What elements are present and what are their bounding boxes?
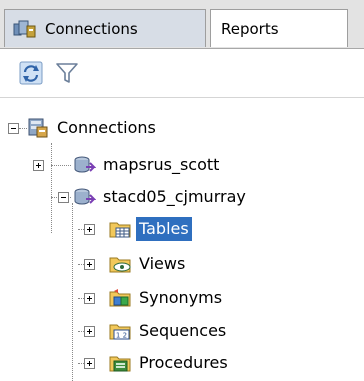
tree-node-label: Synonyms: [139, 288, 223, 307]
tree-node-label: Connections: [57, 118, 156, 137]
tree-node-synonyms[interactable]: Synonyms: [108, 283, 225, 313]
expand-toggle[interactable]: [84, 293, 95, 304]
collapse-toggle[interactable]: [58, 192, 69, 203]
tab-strip: Connections Reports: [0, 0, 364, 49]
connections-tree: Connections mapsrus_scott stacd05_cjmurr…: [0, 98, 364, 381]
synonym-icon: [109, 289, 131, 307]
tree-node-connection[interactable]: stacd05_cjmurray: [72, 182, 249, 212]
tree-node-label: Sequences: [139, 321, 227, 340]
tree-node-label: Views: [139, 254, 186, 273]
table-icon: [109, 222, 131, 238]
expand-toggle[interactable]: [84, 259, 95, 270]
tab-label: Reports: [221, 19, 279, 38]
sequence-icon: 1 2: [109, 324, 131, 340]
tree-node-procedures[interactable]: Procedures: [108, 348, 231, 378]
tree-node-sequences[interactable]: 1 2 Sequences: [108, 316, 229, 346]
tree-node-tables[interactable]: Tables: [108, 214, 192, 244]
procedure-icon: [109, 356, 131, 372]
collapse-toggle[interactable]: [8, 123, 19, 134]
expand-toggle[interactable]: [33, 160, 44, 171]
tree-node-connection[interactable]: mapsrus_scott: [72, 150, 222, 180]
tree-connector-line: [72, 203, 73, 381]
tree-node-connections[interactable]: Connections: [26, 113, 159, 143]
toolbar: [0, 49, 364, 98]
tree-connector-line: [51, 143, 52, 233]
connection-icon: [74, 188, 96, 205]
refresh-icon[interactable]: [18, 60, 44, 86]
tree-node-label: Procedures: [139, 353, 228, 372]
svg-text:1 2: 1 2: [116, 332, 127, 340]
tree-node-label: Tables: [136, 217, 192, 241]
connection-icon: [74, 156, 96, 173]
expand-toggle[interactable]: [84, 224, 95, 235]
tab-label: Connections: [45, 19, 138, 38]
connections-icon: [13, 20, 36, 37]
expand-toggle[interactable]: [84, 358, 95, 369]
filter-icon[interactable]: [54, 60, 80, 86]
tree-node-views[interactable]: Views: [108, 249, 188, 279]
tab-connections[interactable]: Connections: [4, 9, 206, 47]
tree-node-label: stacd05_cjmurray: [103, 187, 246, 206]
tree-node-label: mapsrus_scott: [103, 155, 220, 174]
expand-toggle[interactable]: [84, 326, 95, 337]
tree-connector-line: [51, 165, 71, 166]
view-icon: [109, 257, 131, 273]
database-icon: [28, 118, 48, 138]
tab-reports[interactable]: Reports: [210, 9, 348, 47]
